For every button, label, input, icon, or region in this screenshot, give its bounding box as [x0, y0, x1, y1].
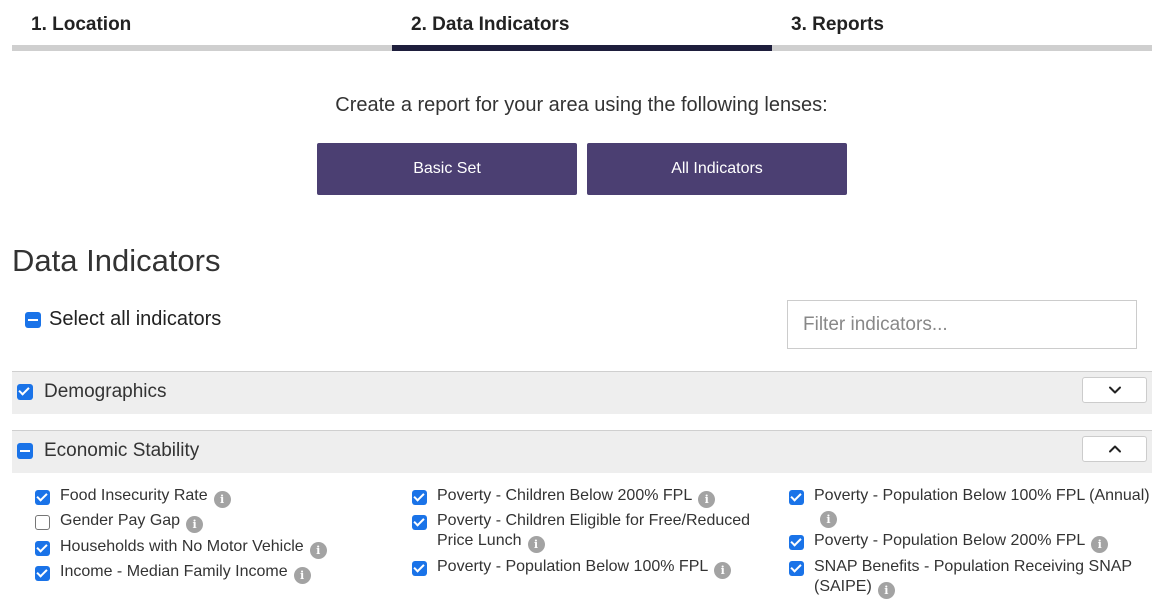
- indicator-food-insecurity-rate[interactable]: Food Insecurity Rate i: [35, 486, 231, 508]
- info-icon[interactable]: i: [698, 491, 716, 508]
- indicator-median-family-income[interactable]: Income - Median Family Income i: [35, 562, 311, 584]
- collapse-economic-stability-button[interactable]: [1082, 436, 1147, 462]
- tab-data-indicators-label: 2. Data Indicators: [411, 14, 570, 35]
- indicator-population-below-100-fpl-annual[interactable]: Poverty - Population Below 100% FPL (Ann…: [789, 486, 1161, 528]
- category-demographics-checkbox[interactable]: [17, 384, 33, 400]
- info-icon[interactable]: i: [186, 516, 204, 533]
- step-tabs: 1. Location 2. Data Indicators 3. Report…: [12, 0, 1152, 51]
- indicator-label: Households with No Motor Vehicle: [60, 538, 304, 555]
- expand-demographics-button[interactable]: [1082, 377, 1147, 403]
- select-all-checkbox[interactable]: [25, 311, 41, 328]
- info-icon[interactable]: i: [309, 542, 327, 559]
- category-economic-stability-checkbox[interactable]: [17, 443, 33, 459]
- indicator-checkbox[interactable]: [35, 490, 50, 505]
- indicator-checkbox[interactable]: [35, 541, 50, 556]
- category-economic-stability-label: Economic Stability: [44, 440, 200, 461]
- category-economic-stability[interactable]: Economic Stability: [12, 430, 1152, 473]
- info-icon[interactable]: i: [714, 562, 732, 579]
- basic-set-button[interactable]: Basic Set: [317, 143, 577, 195]
- tab-data-indicators[interactable]: 2. Data Indicators: [392, 0, 772, 51]
- tab-location-bar: [12, 45, 392, 51]
- filter-indicators-input[interactable]: [787, 300, 1137, 349]
- info-icon[interactable]: i: [293, 567, 311, 584]
- indicator-label: Poverty - Population Below 100% FPL (Ann…: [814, 487, 1150, 504]
- tab-data-indicators-bar: [392, 45, 772, 51]
- indicator-checkbox[interactable]: [789, 535, 804, 550]
- indicator-label: SNAP Benefits - Population Receiving SNA…: [814, 558, 1132, 595]
- indicator-children-below-200-fpl[interactable]: Poverty - Children Below 200% FPL i: [412, 486, 762, 508]
- chevron-up-icon: [1108, 445, 1121, 453]
- indicator-checkbox[interactable]: [789, 490, 804, 505]
- all-indicators-button[interactable]: All Indicators: [587, 143, 847, 195]
- chevron-down-icon: [1108, 386, 1121, 394]
- indicator-checkbox[interactable]: [412, 490, 427, 505]
- indicator-checkbox[interactable]: [35, 515, 50, 530]
- tab-location[interactable]: 1. Location: [12, 0, 392, 51]
- tab-reports-label: 3. Reports: [791, 14, 884, 35]
- indicator-label: Gender Pay Gap: [60, 512, 181, 529]
- info-icon[interactable]: i: [1091, 536, 1109, 553]
- info-icon[interactable]: i: [527, 536, 545, 553]
- select-all-indicators[interactable]: Select all indicators: [25, 308, 221, 331]
- indicator-households-no-motor-vehicle[interactable]: Households with No Motor Vehicle i: [35, 537, 327, 559]
- info-icon[interactable]: i: [877, 582, 895, 599]
- tab-reports-bar: [772, 45, 1152, 51]
- indicator-label: Poverty - Population Below 100% FPL: [437, 558, 709, 575]
- indicator-gender-pay-gap[interactable]: Gender Pay Gap i: [35, 511, 204, 533]
- indicator-label: Food Insecurity Rate: [60, 487, 208, 504]
- indicator-checkbox[interactable]: [35, 566, 50, 581]
- page-title: Data Indicators: [12, 243, 221, 278]
- select-all-label: Select all indicators: [49, 308, 222, 330]
- lens-intro-text: Create a report for your area using the …: [335, 94, 828, 116]
- indicator-population-below-100-fpl[interactable]: Poverty - Population Below 100% FPL i: [412, 557, 762, 579]
- category-demographics[interactable]: Demographics: [12, 371, 1152, 414]
- info-icon[interactable]: i: [213, 491, 231, 508]
- indicator-label: Poverty - Children Below 200% FPL: [437, 487, 693, 504]
- indicator-label: Poverty - Children Eligible for Free/Red…: [437, 512, 751, 549]
- tab-location-label: 1. Location: [31, 14, 132, 35]
- indicator-list: Food Insecurity Rate i Gender Pay Gap i Ho…: [0, 486, 1171, 602]
- indicator-checkbox[interactable]: [412, 561, 427, 576]
- indicator-snap-benefits-saipe[interactable]: SNAP Benefits - Population Receiving SNA…: [789, 557, 1161, 599]
- tab-reports[interactable]: 3. Reports: [772, 0, 1152, 51]
- indicator-checkbox[interactable]: [412, 515, 427, 530]
- info-icon[interactable]: i: [820, 511, 837, 528]
- indicator-checkbox[interactable]: [789, 561, 804, 576]
- indicator-label: Poverty - Population Below 200% FPL: [814, 532, 1086, 549]
- category-demographics-label: Demographics: [44, 381, 167, 402]
- indicator-label: Income - Median Family Income: [60, 563, 288, 580]
- indicator-population-below-200-fpl[interactable]: Poverty - Population Below 200% FPL i: [789, 531, 1161, 553]
- indicator-children-free-reduced-lunch[interactable]: Poverty - Children Eligible for Free/Red…: [412, 511, 762, 553]
